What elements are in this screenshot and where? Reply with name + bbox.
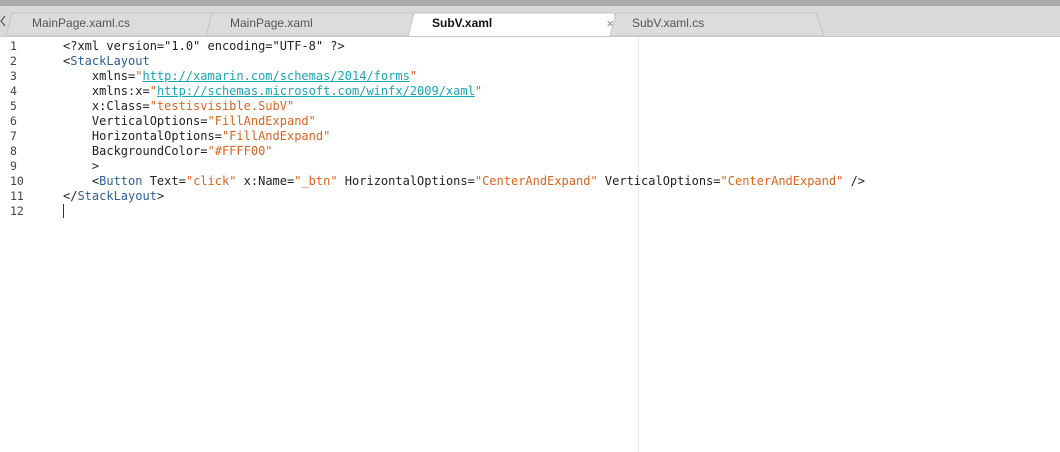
code-token: xmlns:x= xyxy=(63,84,150,98)
code-token: VerticalOptions= xyxy=(63,114,208,128)
tab-label: MainPage.xaml.cs xyxy=(32,16,131,30)
code-line[interactable]: <Button Text="click" x:Name="_btn" Horiz… xyxy=(63,174,865,189)
tab-label: SubV.xaml.cs xyxy=(632,16,705,30)
code-token: "CenterAndExpand" xyxy=(720,174,844,188)
code-token: " xyxy=(409,69,418,83)
code-token: x:Class= xyxy=(63,99,150,113)
code-token: HorizontalOptions= xyxy=(63,129,222,143)
code-token: "#FFFF00" xyxy=(207,144,273,158)
code-token: Text= xyxy=(142,174,186,188)
code-line[interactable]: <?xml version="1.0" encoding="UTF-8" ?> xyxy=(63,39,865,54)
code-line[interactable]: <StackLayout xyxy=(63,54,865,69)
tab-mainpage-xaml-cs[interactable]: MainPage.xaml.cs xyxy=(6,12,220,36)
code-token: http://schemas.microsoft.com/winfx/2009/… xyxy=(156,84,475,98)
code-line[interactable]: VerticalOptions="FillAndExpand" xyxy=(63,114,865,129)
line-number: 3 xyxy=(10,69,17,83)
editor-window: MainPage.xaml.cs MainPage.xaml SubV.xaml… xyxy=(0,0,1060,452)
code-token: "_btn" xyxy=(294,174,338,188)
line-number: 7 xyxy=(10,129,17,143)
code-token: < xyxy=(63,174,100,188)
tab-label: SubV.xaml xyxy=(432,16,493,30)
code-token: > xyxy=(63,159,100,173)
line-number: 2 xyxy=(10,54,17,68)
code-line[interactable] xyxy=(63,204,865,219)
line-number: 4 xyxy=(10,84,17,98)
tab-subv-xaml-cs[interactable]: SubV.xaml.cs xyxy=(610,12,824,36)
code-token: <?xml version="1.0" encoding="UTF-8" ?> xyxy=(63,39,345,53)
code-text[interactable]: <?xml version="1.0" encoding="UTF-8" ?> <… xyxy=(63,39,865,219)
code-token: x:Name= xyxy=(236,174,295,188)
line-number: 1 xyxy=(10,39,17,53)
code-line[interactable]: HorizontalOptions="FillAndExpand" xyxy=(63,129,865,144)
code-token: StackLayout xyxy=(77,189,157,203)
code-token: " xyxy=(149,84,157,98)
line-number: 8 xyxy=(10,144,17,158)
code-line[interactable]: </StackLayout> xyxy=(63,189,865,204)
code-token: http://xamarin.com/schemas/2014/forms xyxy=(142,69,410,83)
code-line[interactable]: xmlns:x="http://schemas.microsoft.com/wi… xyxy=(63,84,865,99)
code-token: "click" xyxy=(185,174,237,188)
line-number: 10 xyxy=(10,174,24,188)
tab-mainpage-xaml[interactable]: MainPage.xaml xyxy=(206,12,420,36)
code-token: /> xyxy=(843,174,866,188)
code-token: HorizontalOptions= xyxy=(337,174,475,188)
code-token: </ xyxy=(63,189,78,203)
code-token: "testisvisible.SubV" xyxy=(149,99,295,113)
code-token: " xyxy=(474,84,483,98)
code-token: BackgroundColor= xyxy=(63,144,208,158)
text-cursor xyxy=(63,204,64,218)
code-line[interactable]: > xyxy=(63,159,865,174)
code-line[interactable]: x:Class="testisvisible.SubV" xyxy=(63,99,865,114)
code-token: "FillAndExpand" xyxy=(207,114,316,128)
tab-label: MainPage.xaml xyxy=(230,16,313,30)
tab-bar: MainPage.xaml.cs MainPage.xaml SubV.xaml… xyxy=(0,6,1060,37)
line-number-gutter: 1 2 3 4 5 6 7 8 9 10 11 12 xyxy=(0,39,40,219)
tab-subv-xaml[interactable]: SubV.xaml × xyxy=(408,12,622,36)
code-token: xmlns= xyxy=(63,69,136,83)
line-number: 9 xyxy=(10,159,17,173)
line-number: 11 xyxy=(10,189,24,203)
code-token: "CenterAndExpand" xyxy=(474,174,598,188)
code-line[interactable]: xmlns= "http://xamarin.com/schemas/2014/f… xyxy=(63,69,865,84)
code-editor[interactable]: 1 2 3 4 5 6 7 8 9 10 11 12 <?xml version="1.0" enco… xyxy=(0,37,1060,452)
code-token: "FillAndExpand" xyxy=(221,129,331,143)
code-token: StackLayout xyxy=(70,54,150,68)
code-token: > xyxy=(156,189,165,203)
line-number: 5 xyxy=(10,99,17,113)
code-token: VerticalOptions= xyxy=(597,174,721,188)
line-number: 6 xyxy=(10,114,17,128)
line-number: 12 xyxy=(10,204,24,218)
code-token: Button xyxy=(99,174,143,188)
code-line[interactable]: BackgroundColor="#FFFF00" xyxy=(63,144,865,159)
